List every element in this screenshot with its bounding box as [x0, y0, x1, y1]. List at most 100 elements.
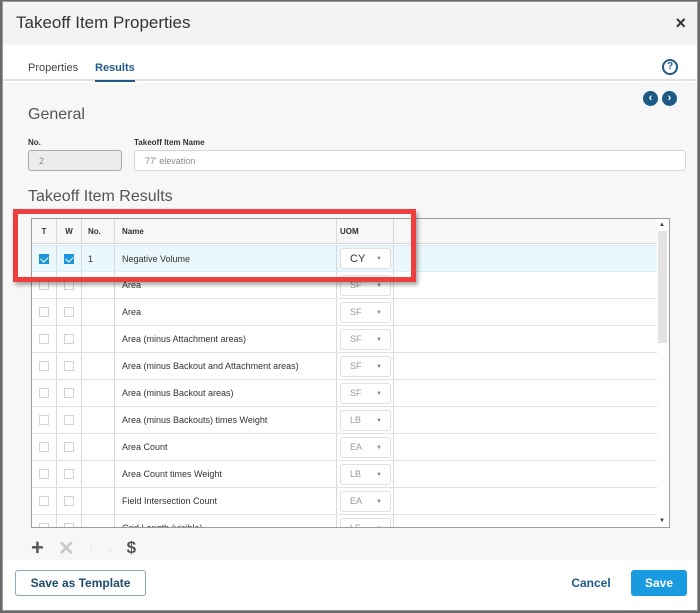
scroll-down-icon[interactable]: ▼ [659, 518, 665, 524]
w-checkbox[interactable] [64, 334, 74, 344]
general-section-title: General [28, 106, 85, 123]
tab-properties[interactable]: Properties [28, 62, 78, 80]
save-as-template-button[interactable]: Save as Template [15, 570, 146, 596]
chevron-down-icon: ▼ [376, 363, 382, 370]
column-header-t[interactable]: T [32, 219, 57, 243]
scroll-up-icon[interactable]: ▲ [659, 222, 665, 228]
uom-select[interactable]: CY ▼ [340, 248, 391, 269]
table-row[interactable]: Field Intersection Count EA ▼ [32, 488, 657, 515]
takeoff-item-name-field[interactable]: 77' elevation [134, 150, 686, 171]
uom-select[interactable]: EA ▼ [340, 436, 391, 458]
uom-select[interactable]: SF ▼ [340, 355, 391, 377]
w-cell [57, 272, 82, 298]
close-icon[interactable]: × [675, 14, 686, 32]
tab-bar: Properties Results ? [3, 45, 697, 82]
t-checkbox[interactable] [39, 334, 49, 344]
t-checkbox[interactable] [39, 307, 49, 317]
column-header-w[interactable]: W [57, 219, 82, 243]
dialog-footer: Save as Template Cancel Save [3, 560, 697, 610]
t-checkbox[interactable] [39, 415, 49, 425]
dialog-title: Takeoff Item Properties [16, 13, 191, 32]
w-checkbox[interactable] [64, 253, 74, 264]
table-row[interactable]: Area (minus Backout areas) SF ▼ [32, 380, 657, 407]
uom-select[interactable]: SF ▼ [340, 328, 391, 350]
table-row[interactable]: 1 Negative Volume CY ▼ [32, 245, 657, 272]
chevron-down-icon: ▼ [376, 390, 382, 397]
uom-select[interactable]: EA ▼ [340, 490, 391, 512]
uom-value: SF [350, 334, 362, 344]
t-checkbox[interactable] [39, 253, 49, 264]
help-icon[interactable]: ? [662, 59, 678, 75]
t-cell [32, 380, 57, 406]
next-item-icon[interactable]: › [662, 91, 677, 106]
w-checkbox[interactable] [64, 469, 74, 479]
result-name: Grid Length (visible) [115, 515, 337, 527]
add-icon[interactable]: + [31, 535, 44, 561]
table-row[interactable]: Area (minus Backouts) times Weight LB ▼ [32, 407, 657, 434]
table-row[interactable]: Area Count EA ▼ [32, 434, 657, 461]
result-name: Area (minus Attachment areas) [115, 326, 337, 352]
scroll-thumb[interactable] [658, 231, 667, 343]
table-row[interactable]: Grid Length (visible) LF ▼ [32, 515, 657, 527]
uom-select[interactable]: SF ▼ [340, 274, 391, 296]
row-number [82, 461, 115, 487]
t-checkbox[interactable] [39, 496, 49, 506]
tab-results[interactable]: Results [95, 62, 135, 82]
row-number [82, 434, 115, 460]
uom-select[interactable]: LB ▼ [340, 409, 391, 431]
no-label: No. [28, 138, 41, 147]
t-checkbox[interactable] [39, 523, 49, 527]
results-content: ‹ › General No. Takeoff Item Name 2 77' … [3, 83, 697, 610]
uom-value: LB [350, 469, 362, 479]
previous-item-icon[interactable]: ‹ [643, 91, 658, 106]
w-cell [57, 299, 82, 325]
chevron-down-icon: ▼ [376, 417, 382, 424]
uom-value: EA [350, 496, 363, 506]
w-checkbox[interactable] [64, 523, 74, 527]
w-checkbox[interactable] [64, 307, 74, 317]
chevron-down-icon: ▼ [376, 471, 382, 478]
t-cell [32, 515, 57, 527]
table-row[interactable]: Area SF ▼ [32, 272, 657, 299]
move-down-icon[interactable]: ↓ [108, 543, 113, 554]
table-row[interactable]: Area Count times Weight LB ▼ [32, 461, 657, 488]
w-checkbox[interactable] [64, 361, 74, 371]
t-checkbox[interactable] [39, 469, 49, 479]
w-checkbox[interactable] [64, 415, 74, 425]
uom-select[interactable]: SF ▼ [340, 301, 391, 323]
t-checkbox[interactable] [39, 388, 49, 398]
cost-icon[interactable]: $ [127, 538, 136, 558]
row-number [82, 515, 115, 527]
w-checkbox[interactable] [64, 280, 74, 290]
chevron-down-icon: ▼ [376, 444, 382, 451]
table-row[interactable]: Area SF ▼ [32, 299, 657, 326]
w-checkbox[interactable] [64, 442, 74, 452]
uom-select[interactable]: LF ▼ [340, 517, 391, 527]
result-name: Negative Volume [115, 246, 337, 271]
remove-icon[interactable]: ✕ [58, 536, 75, 561]
table-row[interactable]: Area (minus Backout and Attachment areas… [32, 353, 657, 380]
w-cell [57, 326, 82, 352]
column-header-name[interactable]: Name [115, 219, 337, 243]
t-cell [32, 434, 57, 460]
move-up-icon[interactable]: ↑ [89, 543, 94, 554]
t-checkbox[interactable] [39, 442, 49, 452]
takeoff-item-properties-dialog: Takeoff Item Properties × Properties Res… [2, 1, 698, 611]
column-header-no[interactable]: No. [82, 219, 115, 243]
uom-select[interactable]: LB ▼ [340, 463, 391, 485]
w-checkbox[interactable] [64, 388, 74, 398]
w-checkbox[interactable] [64, 496, 74, 506]
t-checkbox[interactable] [39, 361, 49, 371]
uom-cell: LB ▼ [337, 407, 394, 433]
uom-select[interactable]: SF ▼ [340, 382, 391, 404]
t-checkbox[interactable] [39, 280, 49, 290]
uom-value: LB [350, 415, 362, 425]
uom-cell: LF ▼ [337, 515, 394, 527]
uom-cell: SF ▼ [337, 299, 394, 325]
grid-scrollbar[interactable]: ▲ ▼ [657, 219, 669, 527]
table-row[interactable]: Area (minus Attachment areas) SF ▼ [32, 326, 657, 353]
save-button[interactable]: Save [631, 570, 687, 596]
w-cell [57, 515, 82, 527]
column-header-uom[interactable]: UOM [337, 219, 394, 243]
cancel-button[interactable]: Cancel [569, 570, 613, 596]
